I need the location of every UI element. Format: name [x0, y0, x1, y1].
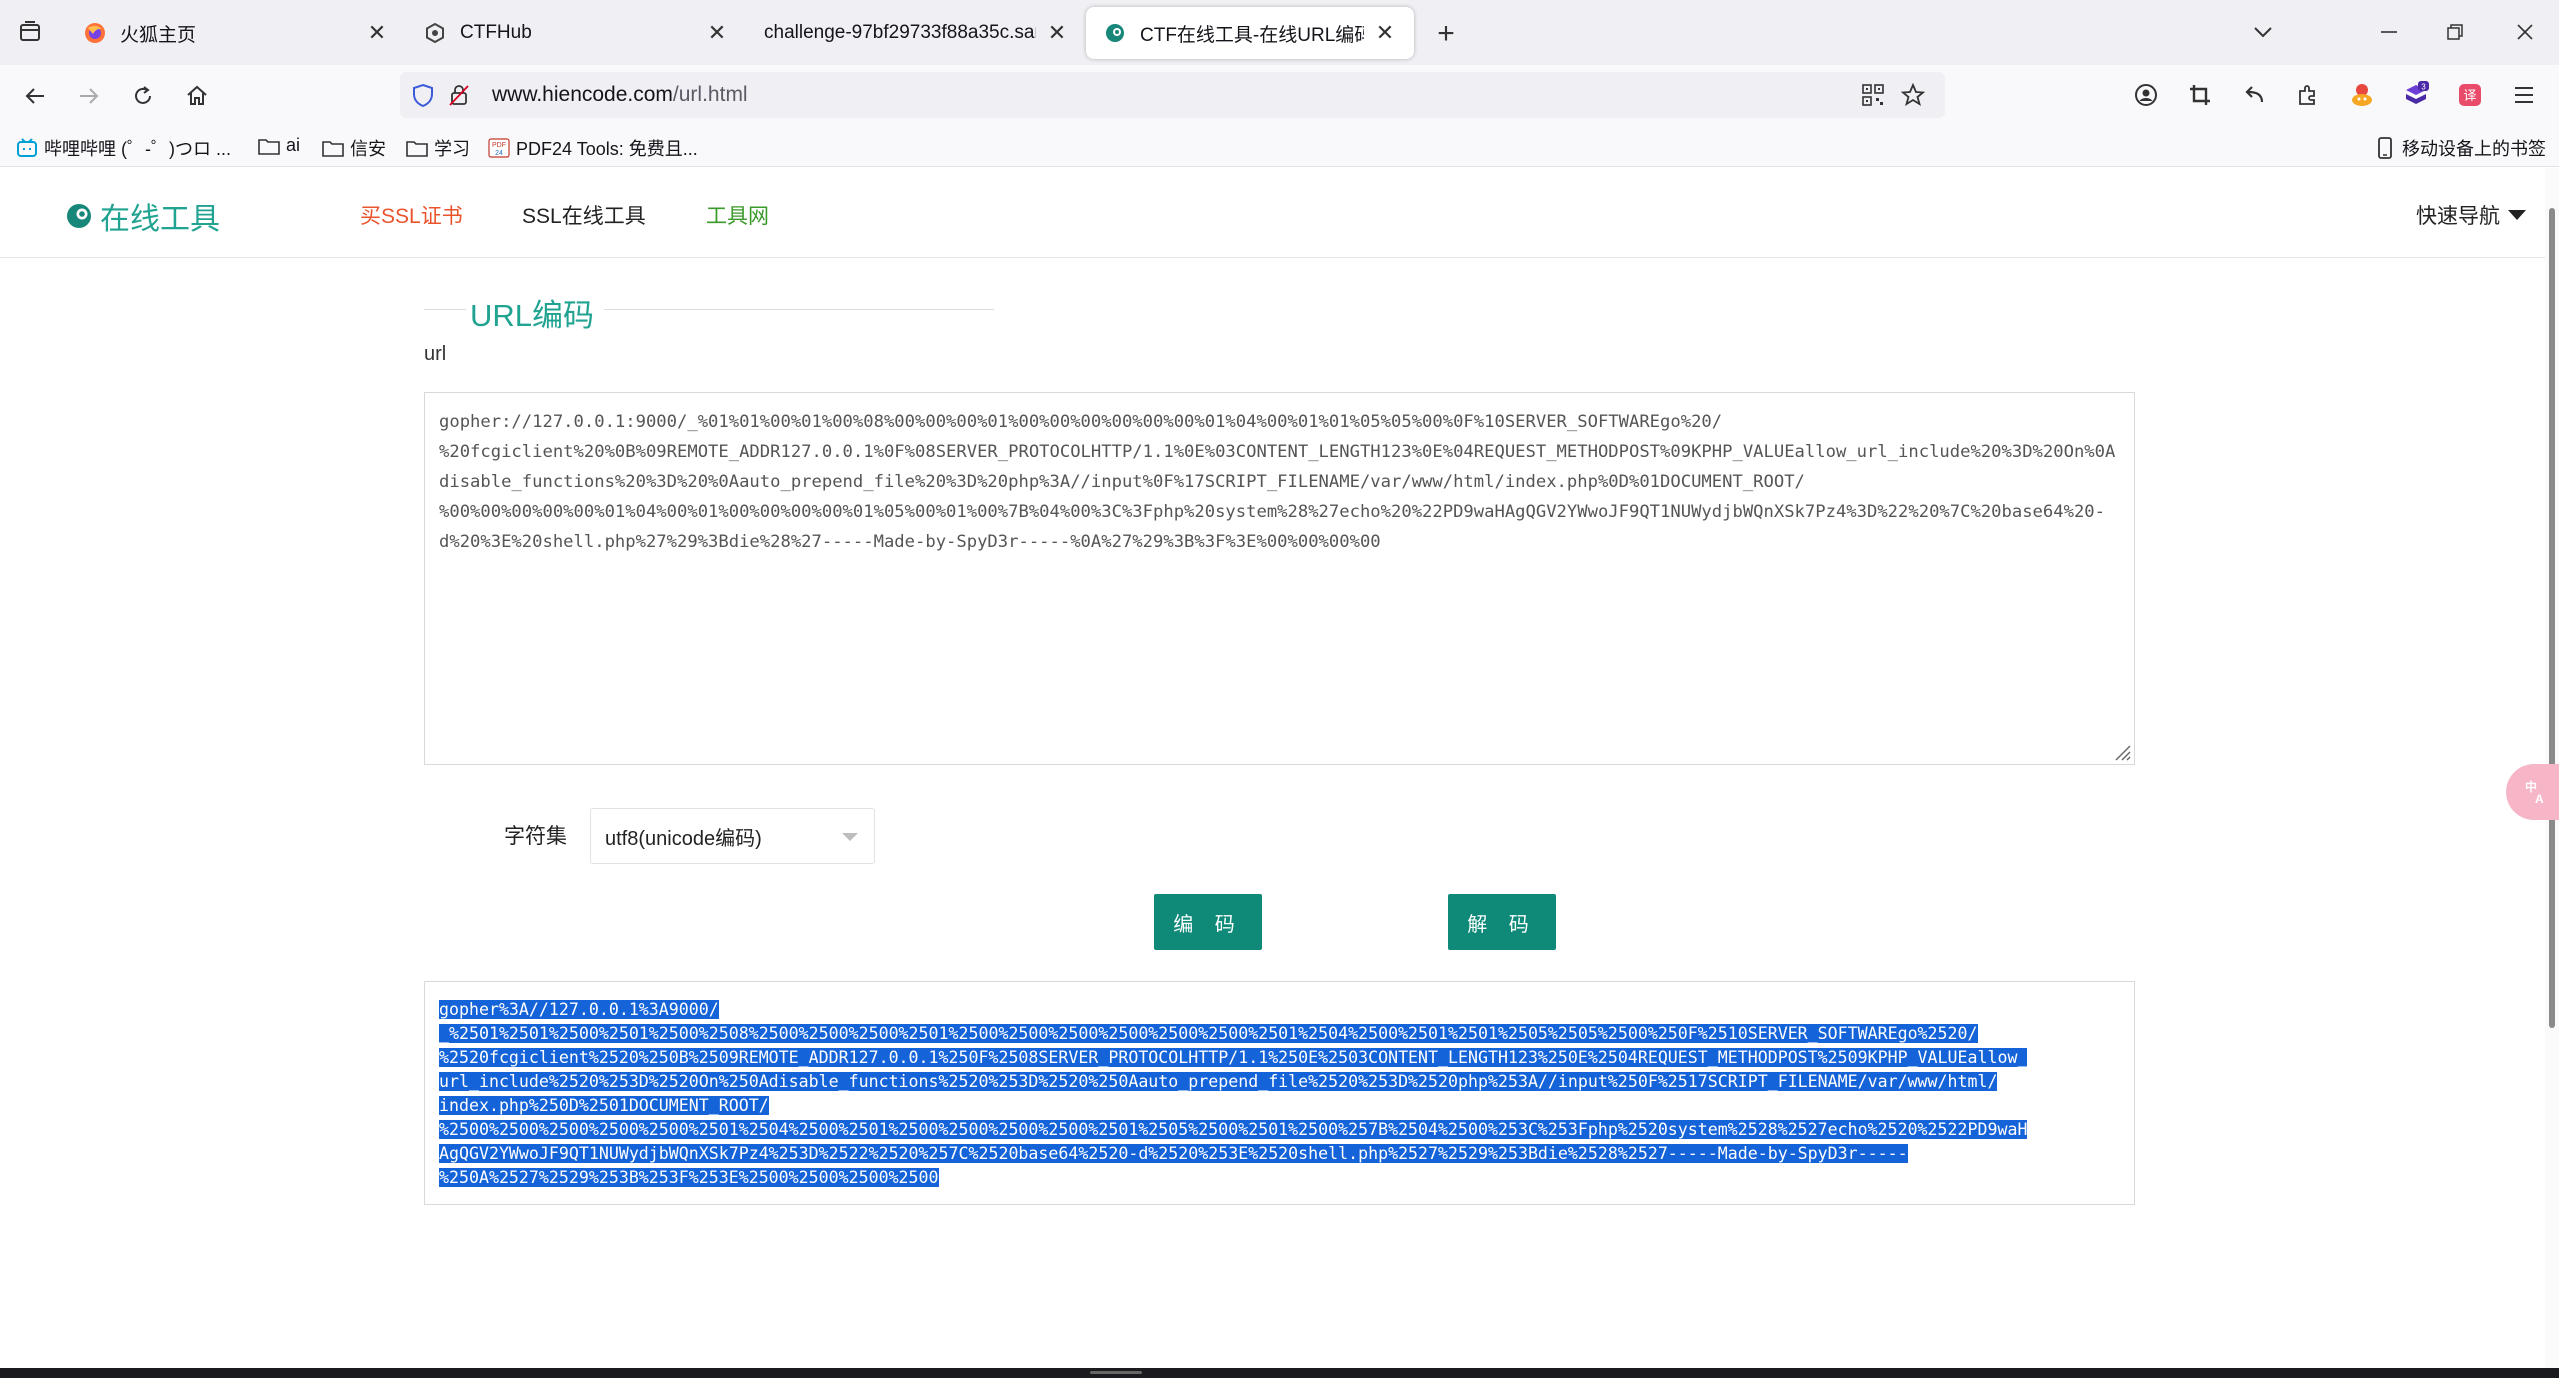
url-input-textarea[interactable]: gopher://127.0.0.1:9000/_%01%01%00%01%00… [424, 392, 2135, 765]
nav-tool-site[interactable]: 工具网 [706, 200, 769, 230]
quick-nav-dropdown[interactable]: 快速导航 [2416, 200, 2526, 230]
close-icon[interactable]: ✕ [1046, 20, 1068, 45]
site-header: 在线工具 买SSL证书 SSL在线工具 工具网 快速导航 [0, 168, 2545, 258]
bookmark-star-icon[interactable] [1900, 82, 1926, 108]
svg-text:3: 3 [2421, 83, 2426, 92]
url-field-label: url [424, 343, 447, 365]
bookmark-pdf24[interactable]: PDF 24 PDF24 Tools: 免费且... [488, 135, 698, 161]
extensions-icon[interactable] [2290, 77, 2326, 113]
url-output-textarea[interactable]: gopher%3A//127.0.0.1%3A9000/ _%2501%2501… [424, 981, 2135, 1205]
tab-strip: 火狐主页 ✕ CTFHub ✕ challenge-97bf29733f88a3… [0, 0, 2559, 65]
resize-handle-icon[interactable] [2112, 742, 2132, 762]
url-text[interactable]: www.hiencode.com/url.html [492, 83, 748, 107]
scrollbar-thumb[interactable] [2549, 208, 2555, 1028]
reload-icon[interactable] [124, 77, 162, 115]
tab-title: CTFHub [460, 22, 532, 43]
tab-ctfhub[interactable]: CTFHub ✕ [406, 7, 746, 59]
qr-code-icon[interactable] [1860, 82, 1886, 108]
decode-button[interactable]: 解 码 [1448, 894, 1556, 950]
restore-icon[interactable] [2430, 10, 2480, 54]
logo-text: 在线工具 [100, 203, 220, 236]
minimize-icon[interactable] [2364, 10, 2414, 54]
folder-icon [322, 138, 344, 158]
floating-translate-icon[interactable]: 中A [2506, 764, 2559, 820]
bookmark-folder-ai[interactable]: ai [258, 135, 300, 156]
os-taskbar-edge [0, 1368, 2559, 1378]
tab-title: CTF在线工具-在线URL编码|URL解码 [1140, 24, 1364, 46]
close-icon[interactable]: ✕ [366, 20, 388, 45]
section-title: URL编码 [424, 288, 994, 333]
selected-output-text[interactable]: gopher%3A//127.0.0.1%3A9000/ _%2501%2501… [439, 1000, 2028, 1187]
folder-icon [406, 138, 428, 158]
tab-title: 火狐主页 [120, 24, 197, 46]
charset-label: 字符集 [504, 825, 567, 848]
svg-text:PDF: PDF [492, 142, 506, 149]
taskbar-indicator [1090, 1371, 1142, 1374]
menu-icon[interactable] [2506, 77, 2542, 113]
title-divider [604, 309, 994, 310]
svg-text:24: 24 [495, 150, 503, 157]
crop-icon[interactable] [2182, 77, 2218, 113]
chevron-down-icon[interactable] [2238, 10, 2288, 54]
lock-insecure-icon[interactable] [446, 82, 472, 108]
encode-button[interactable]: 编 码 [1154, 894, 1262, 950]
logo-icon [67, 204, 91, 228]
badge-extension-icon[interactable]: 3 [2398, 77, 2434, 113]
tab-list-icon[interactable] [12, 14, 48, 50]
back-arrow-icon[interactable] [16, 77, 54, 115]
pdf24-icon: PDF 24 [488, 138, 510, 158]
home-icon[interactable] [178, 77, 216, 115]
nav-buy-ssl[interactable]: 买SSL证书 [360, 200, 463, 230]
tab-challenge[interactable]: challenge-97bf29733f88a35c.sandbox.ctfhu… [746, 7, 1086, 59]
mobile-bookmarks[interactable]: 移动设备上的书签 [2374, 135, 2546, 161]
folder-icon [258, 136, 280, 156]
bookmark-bilibili[interactable]: 哔哩哔哩 (゜-゜)つロ ... [16, 135, 231, 161]
firefox-icon [84, 22, 106, 44]
caret-down-icon [2508, 210, 2526, 220]
hiencode-icon [1104, 22, 1126, 44]
nav-ssl-tools[interactable]: SSL在线工具 [522, 200, 646, 230]
charset-select[interactable]: utf8(unicode编码) [590, 808, 875, 864]
forward-arrow-icon[interactable] [70, 77, 108, 115]
window-close-icon[interactable] [2500, 10, 2550, 54]
close-icon[interactable]: ✕ [706, 20, 728, 45]
title-divider [424, 309, 466, 310]
tab-title: challenge-97bf29733f88a35c.sandbox.ctfhu… [764, 22, 1036, 43]
mobile-device-icon [2374, 137, 2396, 159]
ctfhub-icon [424, 22, 446, 44]
site-logo[interactable]: 在线工具 [66, 194, 220, 238]
tab-hiencode-url[interactable]: CTF在线工具-在线URL编码|URL解码 ✕ [1086, 7, 1414, 59]
bookmark-folder-xuexi[interactable]: 学习 [406, 135, 470, 161]
fox-extension-icon[interactable] [2344, 77, 2380, 113]
bilibili-icon [16, 138, 38, 158]
account-icon[interactable] [2128, 77, 2164, 113]
undo-icon[interactable] [2236, 77, 2272, 113]
translate-extension-icon[interactable]: 译 [2452, 77, 2488, 113]
svg-text:译: 译 [2463, 89, 2476, 104]
bookmarks-bar: 哔哩哔哩 (゜-゜)つロ ... ai 信安 学习 PDF 24 PDF24 To… [0, 127, 2559, 167]
svg-text:A: A [2535, 792, 2544, 806]
url-bar[interactable]: www.hiencode.com/url.html [400, 72, 1945, 118]
tab-firefox-home[interactable]: 火狐主页 ✕ [66, 7, 406, 59]
caret-down-icon [842, 833, 858, 841]
shield-icon[interactable] [410, 82, 436, 108]
bookmark-folder-xinan[interactable]: 信安 [322, 135, 386, 161]
new-tab-icon[interactable]: + [1428, 16, 1464, 52]
close-icon[interactable]: ✕ [1374, 20, 1396, 45]
